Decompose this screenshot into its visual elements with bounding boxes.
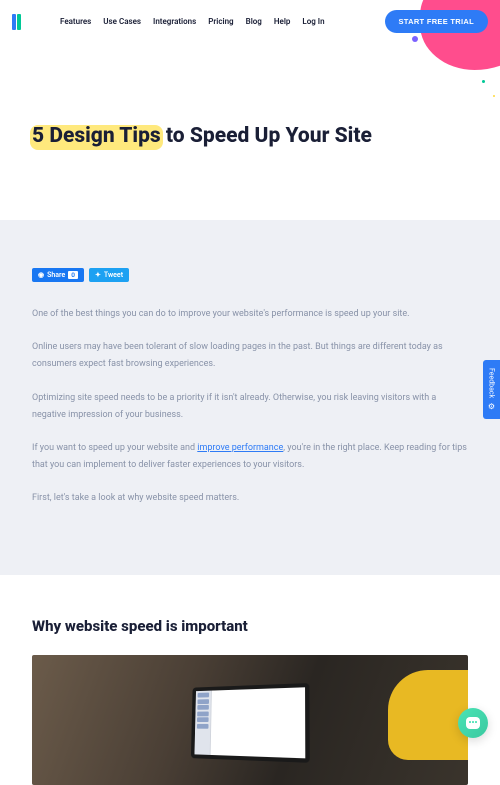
decorative-dot (482, 80, 485, 83)
intro-paragraph-1: One of the best things you can do to imp… (32, 306, 468, 323)
feedback-label: Feedback (488, 368, 496, 398)
section-why-speed: Why website speed is important (0, 575, 500, 785)
laptop-illustration (191, 683, 310, 763)
title-rest: to Speed Up Your Site (161, 124, 372, 148)
nav-blog[interactable]: Blog (246, 17, 262, 26)
chat-widget-button[interactable] (458, 708, 488, 738)
decorative-dot (493, 95, 495, 97)
nav-pricing[interactable]: Pricing (208, 17, 233, 26)
gear-icon: ⚙ (487, 402, 496, 411)
person-illustration (388, 670, 468, 760)
primary-nav: Features Use Cases Integrations Pricing … (60, 17, 379, 26)
facebook-share-button[interactable]: ◉ Share 0 (32, 268, 84, 282)
twitter-share-button[interactable]: ✦ Tweet (89, 268, 129, 282)
nav-use-cases[interactable]: Use Cases (103, 17, 141, 26)
facebook-icon: ◉ (38, 271, 44, 279)
fb-share-label: Share (47, 271, 65, 279)
nav-help[interactable]: Help (274, 17, 291, 26)
nav-integrations[interactable]: Integrations (153, 17, 196, 26)
logo-icon[interactable] (12, 14, 26, 30)
feedback-tab[interactable]: Feedback ⚙ (483, 360, 500, 419)
tw-share-label: Tweet (104, 271, 123, 279)
site-header: Features Use Cases Integrations Pricing … (0, 0, 500, 43)
nav-login[interactable]: Log In (302, 17, 324, 26)
start-trial-button[interactable]: START FREE TRIAL (385, 10, 489, 33)
intro-paragraph-3: Optimizing site speed needs to be a prio… (32, 390, 468, 424)
article-intro: ◉ Share 0 ✦ Tweet One of the best things… (0, 220, 500, 575)
chat-icon (466, 717, 480, 729)
section-heading: Why website speed is important (32, 617, 468, 635)
intro-paragraph-5: First, let's take a look at why website … (32, 490, 468, 507)
article-hero-image (32, 655, 468, 785)
nav-features[interactable]: Features (60, 17, 91, 26)
intro-paragraph-4: If you want to speed up your website and… (32, 440, 468, 474)
intro-paragraph-2: Online users may have been tolerant of s… (32, 339, 468, 373)
title-highlight: 5 Design Tips (32, 123, 161, 150)
twitter-icon: ✦ (95, 271, 101, 279)
p4-text-a: If you want to speed up your website and (32, 443, 197, 453)
fb-share-count: 0 (68, 271, 78, 279)
hero-section: 5 Design Tips to Speed Up Your Site (0, 43, 500, 220)
improve-performance-link[interactable]: improve performance (197, 443, 283, 453)
share-row: ◉ Share 0 ✦ Tweet (32, 268, 468, 282)
page-title: 5 Design Tips to Speed Up Your Site (32, 123, 468, 150)
